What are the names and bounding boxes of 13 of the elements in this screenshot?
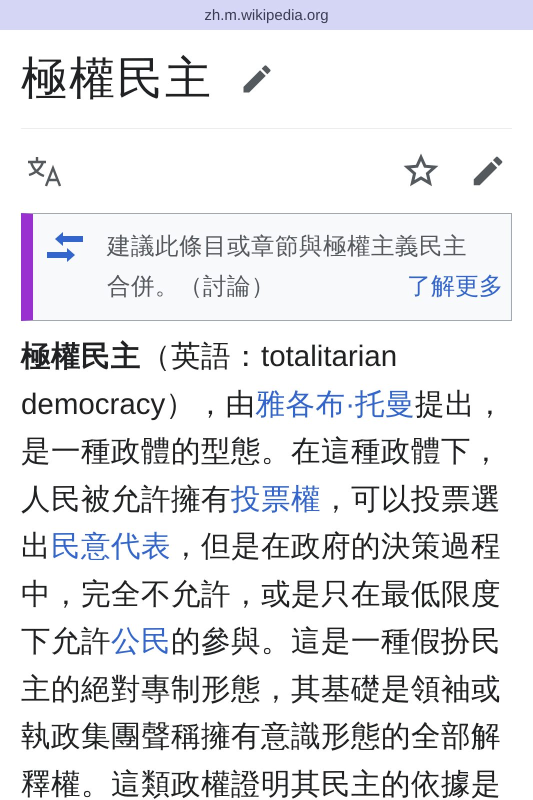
url-text: zh.m.wikipedia.org bbox=[204, 6, 329, 24]
notice-text: 建議此條目或章節與極權主義民主 bbox=[107, 231, 467, 262]
learn-more-link[interactable]: 了解更多 bbox=[407, 266, 503, 306]
notice-text: 合併。（討論） bbox=[107, 271, 275, 302]
language-icon[interactable] bbox=[26, 154, 64, 188]
article-link[interactable]: 投票權 bbox=[231, 482, 321, 516]
article-link[interactable]: 民意代表 bbox=[51, 530, 171, 563]
article-paragraph: 極權民主（英語：totalitarian democracy），由雅各布·托曼提出，是一種政體的型態。在這種政體下，人民被允許擁有投票權，可以投票選出 民意代表，但是在政府的決策過程中，完全不允許，或是只在最低限度下允許公民的參與。這是一種假扮民主的絕對專制形態，其基礎是領袖或執政集團聲稱擁有意識形態的全部解釋權。這類政權證明其民主的依據是 bbox=[21, 339, 506, 800]
address-bar[interactable]: zh.m.wikipedia.org bbox=[0, 0, 533, 30]
star-icon[interactable] bbox=[403, 153, 439, 189]
article-link[interactable]: 公民 bbox=[111, 625, 171, 658]
page-title: 極權民主 bbox=[21, 50, 213, 107]
article-link[interactable]: 雅各布·托曼 bbox=[255, 388, 416, 420]
